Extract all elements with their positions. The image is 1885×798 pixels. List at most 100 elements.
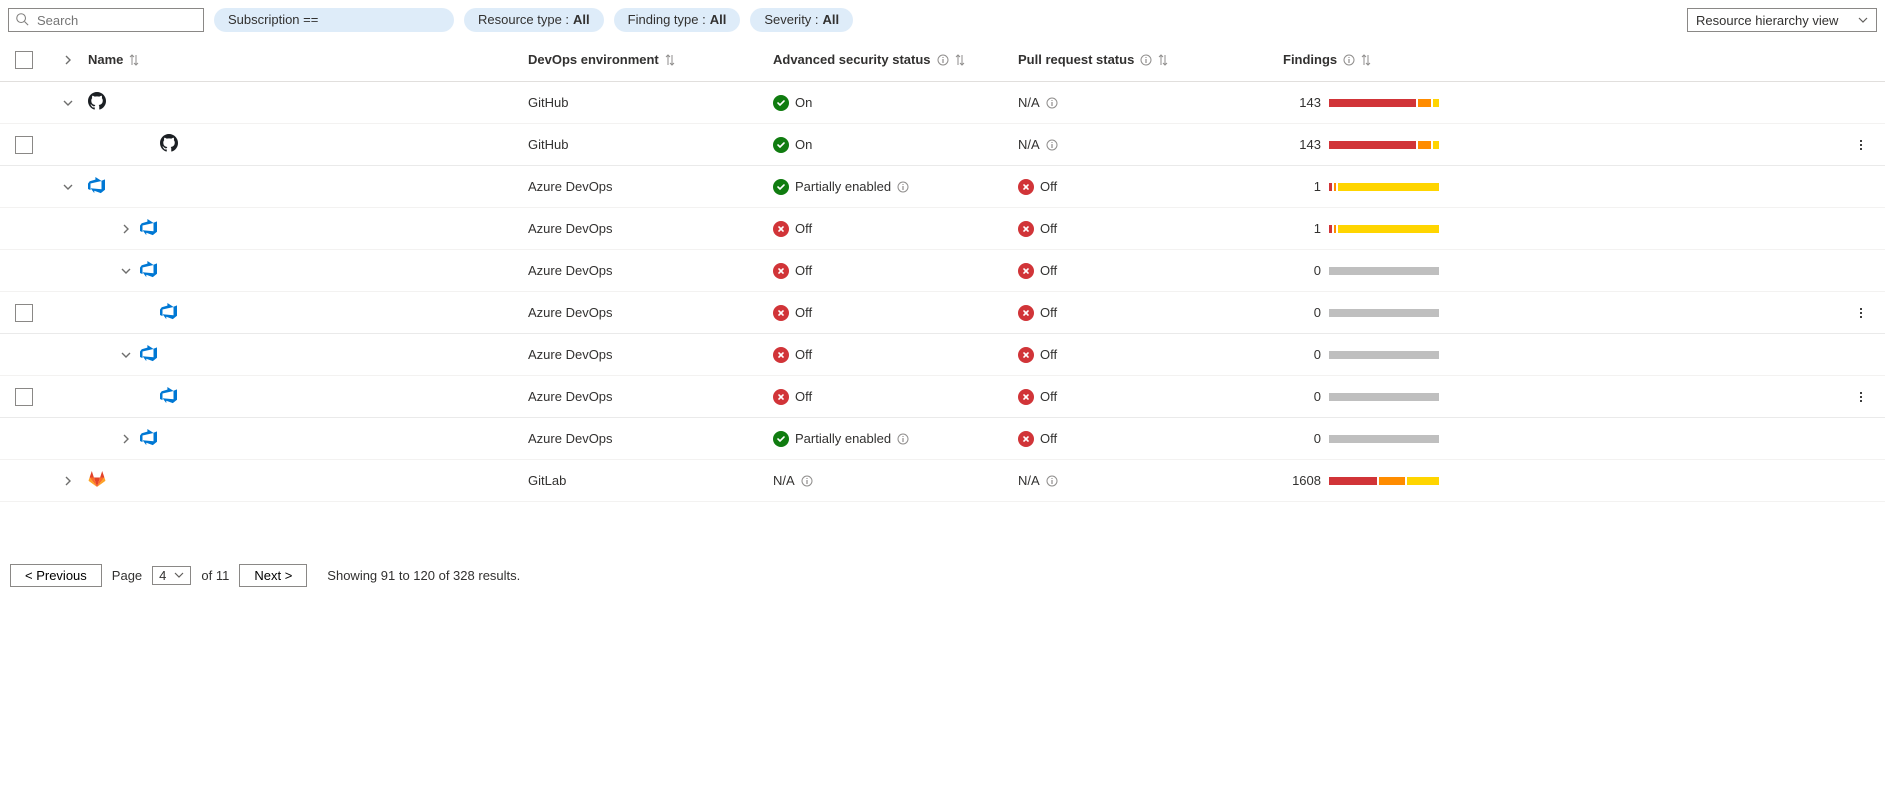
table-row[interactable]: GitLab N/A N/A 1608 bbox=[0, 460, 1885, 502]
findings-count: 0 bbox=[1283, 389, 1321, 404]
table-row[interactable]: Azure DevOps Partially enabled Off 1 bbox=[0, 166, 1885, 208]
info-icon bbox=[1046, 139, 1058, 151]
column-header-devops-env[interactable]: DevOps environment bbox=[528, 52, 773, 67]
filter-severity-value: All bbox=[823, 11, 840, 29]
expand-toggle[interactable] bbox=[62, 97, 74, 109]
row-checkbox[interactable] bbox=[15, 388, 33, 406]
info-icon bbox=[1343, 54, 1355, 66]
row-overflow-menu[interactable] bbox=[1854, 390, 1868, 404]
column-header-adv-security[interactable]: Advanced security status bbox=[773, 52, 1018, 67]
x-circle-icon bbox=[1018, 431, 1034, 447]
expand-toggle[interactable] bbox=[62, 181, 74, 193]
column-header-findings[interactable]: Findings bbox=[1263, 52, 1837, 67]
column-header-name[interactable]: Name bbox=[88, 52, 528, 67]
table-row[interactable]: Azure DevOpsOffOff0 bbox=[0, 292, 1885, 334]
findings-bar bbox=[1329, 477, 1439, 485]
devops-env-value: Azure DevOps bbox=[528, 221, 613, 236]
check-circle-icon bbox=[773, 179, 789, 195]
expand-toggle[interactable] bbox=[120, 349, 132, 361]
select-all-checkbox[interactable] bbox=[15, 51, 33, 69]
findings-count: 1608 bbox=[1283, 473, 1321, 488]
results-summary: Showing 91 to 120 of 328 results. bbox=[327, 568, 520, 583]
status-label: Off bbox=[795, 389, 812, 404]
status-label: Partially enabled bbox=[795, 179, 891, 194]
sort-icon bbox=[665, 54, 675, 66]
status-label: Off bbox=[1040, 389, 1057, 404]
info-icon bbox=[897, 181, 909, 193]
sort-icon bbox=[955, 54, 965, 66]
pr-status-cell: Off bbox=[1018, 431, 1263, 447]
x-circle-icon bbox=[773, 305, 789, 321]
prev-button[interactable]: < Previous bbox=[10, 564, 102, 587]
filter-severity[interactable]: Severity : All bbox=[750, 8, 853, 32]
x-circle-icon bbox=[1018, 305, 1034, 321]
findings-cell: 143 bbox=[1263, 95, 1837, 110]
search-icon bbox=[15, 12, 35, 29]
devops-env-value: GitHub bbox=[528, 95, 568, 110]
findings-count: 0 bbox=[1283, 263, 1321, 278]
expand-toggle[interactable] bbox=[62, 475, 74, 487]
expand-toggle[interactable] bbox=[120, 223, 132, 235]
table-row[interactable]: Azure DevOpsPartially enabled Off0 bbox=[0, 418, 1885, 460]
check-circle-icon bbox=[773, 95, 789, 111]
status-label: N/A bbox=[1018, 473, 1040, 488]
table-row[interactable]: Azure DevOpsOffOff1 bbox=[0, 208, 1885, 250]
x-circle-icon bbox=[1018, 263, 1034, 279]
status-label: Off bbox=[1040, 221, 1057, 236]
view-selector-label: Resource hierarchy view bbox=[1696, 13, 1838, 28]
table-row[interactable]: Azure DevOpsOffOff0 bbox=[0, 334, 1885, 376]
page-label: Page bbox=[112, 568, 142, 583]
expand-all-toggle[interactable] bbox=[62, 54, 74, 66]
status-label: Off bbox=[1040, 263, 1057, 278]
table-row[interactable]: GitHubOnN/A 143 bbox=[0, 124, 1885, 166]
adv-security-cell: N/A bbox=[773, 473, 1018, 488]
page-select[interactable]: 4 bbox=[152, 566, 191, 585]
filter-resource-type[interactable]: Resource type : All bbox=[464, 8, 604, 32]
table-row[interactable]: Azure DevOps Off Off 0 bbox=[0, 376, 1885, 418]
status-label: Off bbox=[1040, 179, 1057, 194]
status-label: Off bbox=[1040, 305, 1057, 320]
devops-env-value: Azure DevOps bbox=[528, 263, 613, 278]
sort-icon bbox=[1361, 54, 1371, 66]
adv-security-cell: Off bbox=[773, 221, 1018, 237]
filter-subscription[interactable]: Subscription == bbox=[214, 8, 454, 32]
table-row[interactable]: Azure DevOpsOffOff0 bbox=[0, 250, 1885, 292]
table-row[interactable]: GitHubOnN/A 143 bbox=[0, 82, 1885, 124]
row-checkbox[interactable] bbox=[15, 304, 33, 322]
ado-icon bbox=[88, 176, 106, 197]
col-adv-label: Advanced security status bbox=[773, 52, 931, 67]
pr-status-cell: Off bbox=[1018, 305, 1263, 321]
col-findings-label: Findings bbox=[1283, 52, 1337, 67]
column-header-pr-status[interactable]: Pull request status bbox=[1018, 52, 1263, 67]
view-selector[interactable]: Resource hierarchy view bbox=[1687, 8, 1877, 32]
search-input[interactable] bbox=[35, 12, 197, 29]
row-overflow-menu[interactable] bbox=[1854, 138, 1868, 152]
findings-count: 1 bbox=[1283, 179, 1321, 194]
devops-env-value: GitLab bbox=[528, 473, 566, 488]
x-circle-icon bbox=[1018, 347, 1034, 363]
status-label: On bbox=[795, 95, 812, 110]
filter-finding-type[interactable]: Finding type : All bbox=[614, 8, 741, 32]
devops-env-value: Azure DevOps bbox=[528, 389, 613, 404]
devops-env-value: Azure DevOps bbox=[528, 179, 613, 194]
row-checkbox[interactable] bbox=[15, 136, 33, 154]
pr-status-cell: Off bbox=[1018, 179, 1263, 195]
github-icon bbox=[88, 92, 106, 113]
x-circle-icon bbox=[773, 347, 789, 363]
expand-toggle[interactable] bbox=[120, 265, 132, 277]
gitlab-icon bbox=[88, 470, 106, 491]
expand-toggle[interactable] bbox=[120, 433, 132, 445]
pr-status-cell: Off bbox=[1018, 389, 1263, 405]
next-button[interactable]: Next > bbox=[239, 564, 307, 587]
findings-count: 0 bbox=[1283, 305, 1321, 320]
table-header: Name DevOps environment Advanced securit… bbox=[0, 38, 1885, 82]
findings-cell: 0 bbox=[1263, 389, 1837, 404]
x-circle-icon bbox=[1018, 389, 1034, 405]
devops-env-value: Azure DevOps bbox=[528, 431, 613, 446]
pr-status-cell: Off bbox=[1018, 221, 1263, 237]
search-field[interactable] bbox=[8, 8, 204, 32]
findings-cell: 1 bbox=[1263, 179, 1837, 194]
status-label: N/A bbox=[773, 473, 795, 488]
row-overflow-menu[interactable] bbox=[1854, 306, 1868, 320]
x-circle-icon bbox=[773, 263, 789, 279]
